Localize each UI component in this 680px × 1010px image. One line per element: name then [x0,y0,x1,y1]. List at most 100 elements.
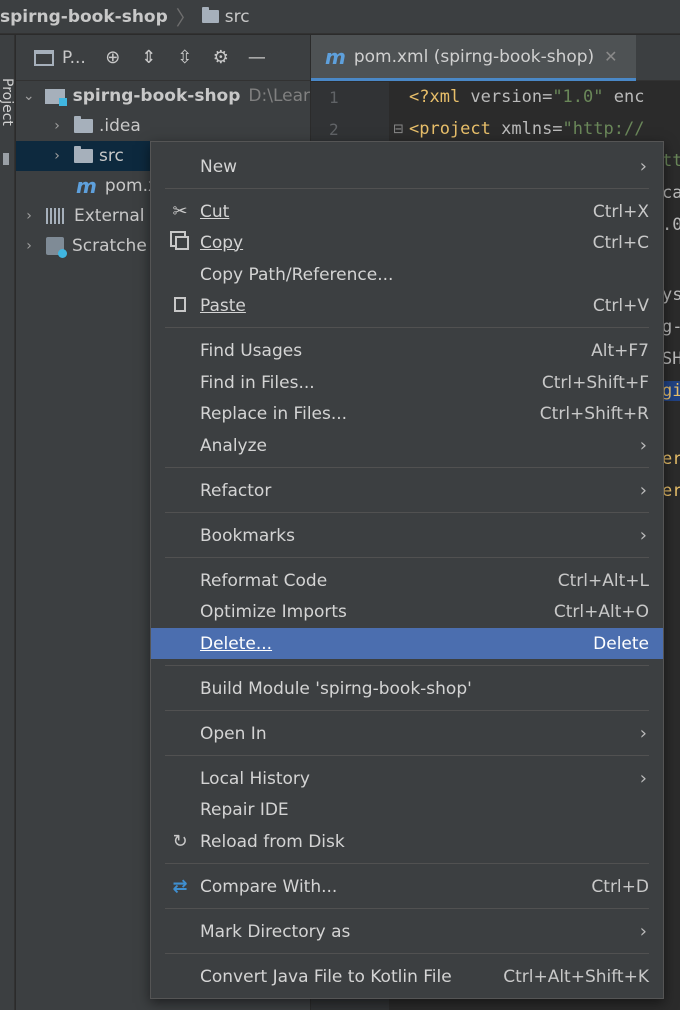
navigation-bar: spirng-book-shop 〉 src [0,0,680,34]
chevron-right-icon[interactable]: › [50,118,64,134]
menu-item-copy[interactable]: Copy Ctrl+C [151,227,663,258]
menu-item-label: Refactor [200,480,272,501]
menu-item-reload-from-disk[interactable]: ↻ Reload from Disk [151,826,663,857]
menu-item-label: Repair IDE [200,799,289,820]
menu-separator [165,512,649,513]
breadcrumb-separator-icon: 〉 [175,6,196,30]
menu-separator [165,710,649,711]
menu-item-reformat-code[interactable]: Reformat Code Ctrl+Alt+L [151,565,663,596]
menu-item-label: Copy [200,232,244,253]
menu-item-convert-to-kotlin[interactable]: Convert Java File to Kotlin File Ctrl+Al… [151,961,663,992]
menu-item-local-history[interactable]: Local History › [151,763,663,794]
context-menu: New › ✂ Cut Ctrl+X Copy Ctrl+C Copy Path… [150,141,664,999]
menu-item-refactor[interactable]: Refactor › [151,475,663,506]
menu-item-label: Convert Java File to Kotlin File [200,966,452,987]
code-line-1[interactable]: <?xml version="1.0" enc [409,87,644,107]
menu-separator [165,953,649,954]
menu-item-paste[interactable]: Paste Ctrl+V [151,290,663,321]
menu-shortcut: Ctrl+Alt+L [557,570,649,591]
chevron-right-icon[interactable]: › [50,148,64,164]
stripe-indicator [3,153,9,165]
maven-icon: m [325,44,346,69]
menu-item-delete[interactable]: Delete... Delete [151,628,663,659]
folder-icon [74,116,93,133]
menu-item-find-usages[interactable]: Find Usages Alt+F7 [151,335,663,366]
code-fragment: ca [662,183,680,203]
menu-shortcut: Delete [593,633,649,654]
expand-all-icon[interactable]: ⇕ [138,47,160,69]
fold-icon[interactable]: ⊟ [393,122,404,137]
menu-item-find-in-files[interactable]: Find in Files... Ctrl+Shift+F [151,367,663,398]
close-icon[interactable]: ✕ [604,47,617,66]
line-number: 2 [329,120,339,139]
menu-item-label: Find in Files... [200,372,315,393]
menu-item-build-module[interactable]: Build Module 'spirng-book-shop' [151,673,663,704]
menu-item-label: Compare With... [200,876,338,897]
code-token: <project [409,119,502,139]
code-token: "http:// [562,119,645,139]
folder-icon [201,7,219,23]
menu-shortcut: Ctrl+V [592,295,649,316]
menu-item-label: Find Usages [200,340,303,361]
menu-separator [165,908,649,909]
menu-item-analyze[interactable]: Analyze › [151,430,663,461]
chevron-right-icon: › [639,480,647,501]
tree-item-label: .idea [99,116,141,136]
menu-item-label: New [200,156,238,177]
chevron-right-icon: › [639,525,647,546]
hide-icon[interactable]: — [246,47,268,69]
chevron-right-icon: › [639,156,647,177]
tree-item-idea[interactable]: › .idea [16,111,310,141]
line-number: 1 [329,88,339,107]
collapse-all-icon[interactable]: ⇳ [174,47,196,69]
tab-pom-xml[interactable]: m pom.xml (spirng-book-shop) ✕ [311,35,636,81]
menu-item-new[interactable]: New › [151,151,663,182]
project-view-selector[interactable]: P... [34,48,86,68]
select-opened-file-icon[interactable]: ⊕ [102,47,124,69]
code-line-2[interactable]: <project xmlns="http:// [409,119,644,139]
folder-icon [74,146,93,163]
menu-shortcut: Ctrl+Shift+F [541,372,649,393]
menu-item-label: Cut [200,201,230,222]
menu-item-repair-ide[interactable]: Repair IDE [151,794,663,825]
menu-separator [165,188,649,189]
project-view-title: P... [62,47,86,68]
menu-item-optimize-imports[interactable]: Optimize Imports Ctrl+Alt+O [151,596,663,627]
menu-shortcut: Ctrl+Alt+Shift+K [503,966,649,987]
menu-separator [165,755,649,756]
menu-item-cut[interactable]: ✂ Cut Ctrl+X [151,196,663,227]
menu-item-copy-path[interactable]: Copy Path/Reference... [151,259,663,290]
menu-item-mark-directory[interactable]: Mark Directory as › [151,916,663,947]
menu-item-label: Build Module 'spirng-book-shop' [200,678,472,699]
project-tool-window-button[interactable]: Project [0,78,15,128]
menu-shortcut: Ctrl+Alt+O [553,601,649,622]
code-token: <?xml [409,87,471,107]
menu-item-compare-with[interactable]: ⇄ Compare With... Ctrl+D [151,871,663,902]
chevron-right-icon: › [639,921,647,942]
menu-item-label: Open In [200,723,267,744]
tree-item-label: Scratche [72,236,147,256]
menu-item-label: Analyze [200,435,267,456]
gear-icon[interactable]: ⚙ [210,47,232,69]
breadcrumb-folder[interactable]: src [225,7,250,27]
scratches-icon [46,237,67,258]
chevron-right-icon[interactable]: › [22,208,36,224]
left-tool-stripe: Project [0,35,15,1010]
code-fragment: g- [662,317,680,337]
code-fragment: gi [662,381,680,401]
menu-item-replace-in-files[interactable]: Replace in Files... Ctrl+Shift+R [151,398,663,429]
chevron-right-icon[interactable]: › [22,238,36,254]
menu-item-label: Replace in Files... [200,403,348,424]
menu-shortcut: Ctrl+D [591,876,649,897]
tree-item-path: D:\Lear [248,86,310,106]
menu-item-label: Optimize Imports [200,601,347,622]
menu-item-open-in[interactable]: Open In › [151,718,663,749]
tree-item-project-root[interactable]: ⌄ spirng-book-shop D:\Lear [16,81,310,111]
code-token: enc [603,87,645,107]
menu-item-bookmarks[interactable]: Bookmarks › [151,520,663,551]
menu-item-label: Delete... [200,633,273,654]
chevron-down-icon[interactable]: ⌄ [22,88,35,104]
menu-shortcut: Ctrl+Shift+R [539,403,649,424]
menu-item-label: Mark Directory as [200,921,351,942]
breadcrumb-project[interactable]: spirng-book-shop [0,7,168,27]
